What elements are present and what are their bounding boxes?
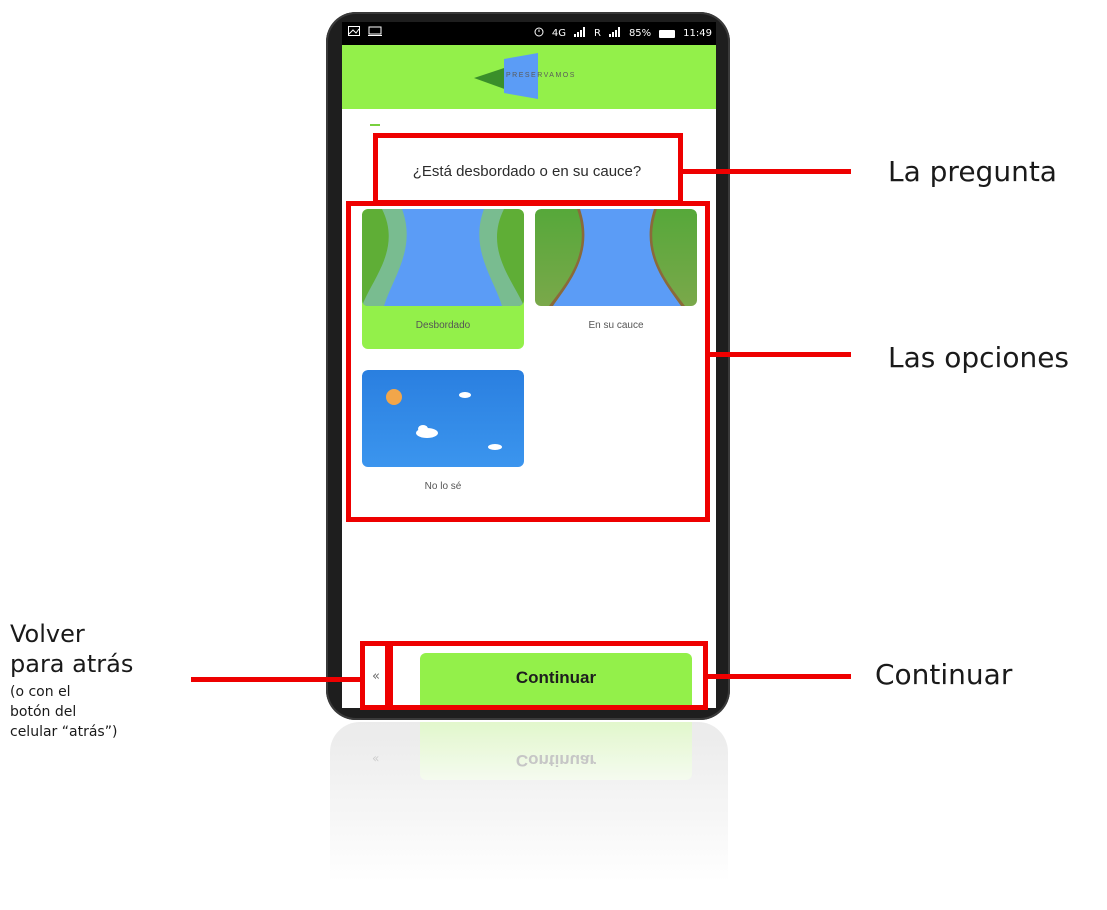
- annotation-back-line2: para atrás: [10, 650, 134, 678]
- app-header: PRESERVAMOS: [342, 45, 716, 109]
- annotation-question: La pregunta: [888, 155, 1057, 188]
- annotation-back-note-3: celular “atrás”): [10, 724, 118, 740]
- reflection-text: Continuar: [515, 751, 597, 770]
- battery-percent: 85%: [628, 28, 652, 39]
- signal-icon-2: [608, 27, 621, 40]
- reflection-button: Continuar: [420, 722, 692, 780]
- alarm-icon: [534, 27, 544, 40]
- options-highlight-box: [346, 201, 710, 522]
- question-pointer-line: [683, 169, 851, 174]
- question-highlight-box: [373, 133, 683, 205]
- roaming-indicator: R: [593, 28, 601, 39]
- annotation-back-line1: Volver: [10, 620, 85, 648]
- screen-icon: [368, 26, 382, 39]
- annotation-options: Las opciones: [888, 341, 1070, 374]
- phone-reflection: Continuar «: [330, 722, 728, 910]
- brand-name: PRESERVAMOS: [506, 72, 576, 79]
- continue-pointer-line: [708, 674, 851, 679]
- image-icon: [348, 26, 360, 39]
- annotation-back-note-2: botón del: [10, 704, 77, 720]
- back-pointer-line: [191, 677, 360, 682]
- battery-icon: [659, 29, 676, 38]
- annotation-back-note-1: (o con el: [10, 684, 71, 700]
- signal-icon: [573, 27, 586, 40]
- reflection-back: «: [372, 752, 380, 766]
- back-highlight-box: [360, 641, 390, 710]
- annotation-continue: Continuar: [875, 658, 1013, 691]
- clock: 11:49: [683, 28, 712, 39]
- network-label: 4G: [551, 28, 566, 39]
- progress-indicator: [370, 124, 380, 126]
- continue-highlight-box: [388, 641, 708, 710]
- status-bar: 4G R 85% 11:49: [342, 22, 716, 45]
- options-pointer-line: [710, 352, 851, 357]
